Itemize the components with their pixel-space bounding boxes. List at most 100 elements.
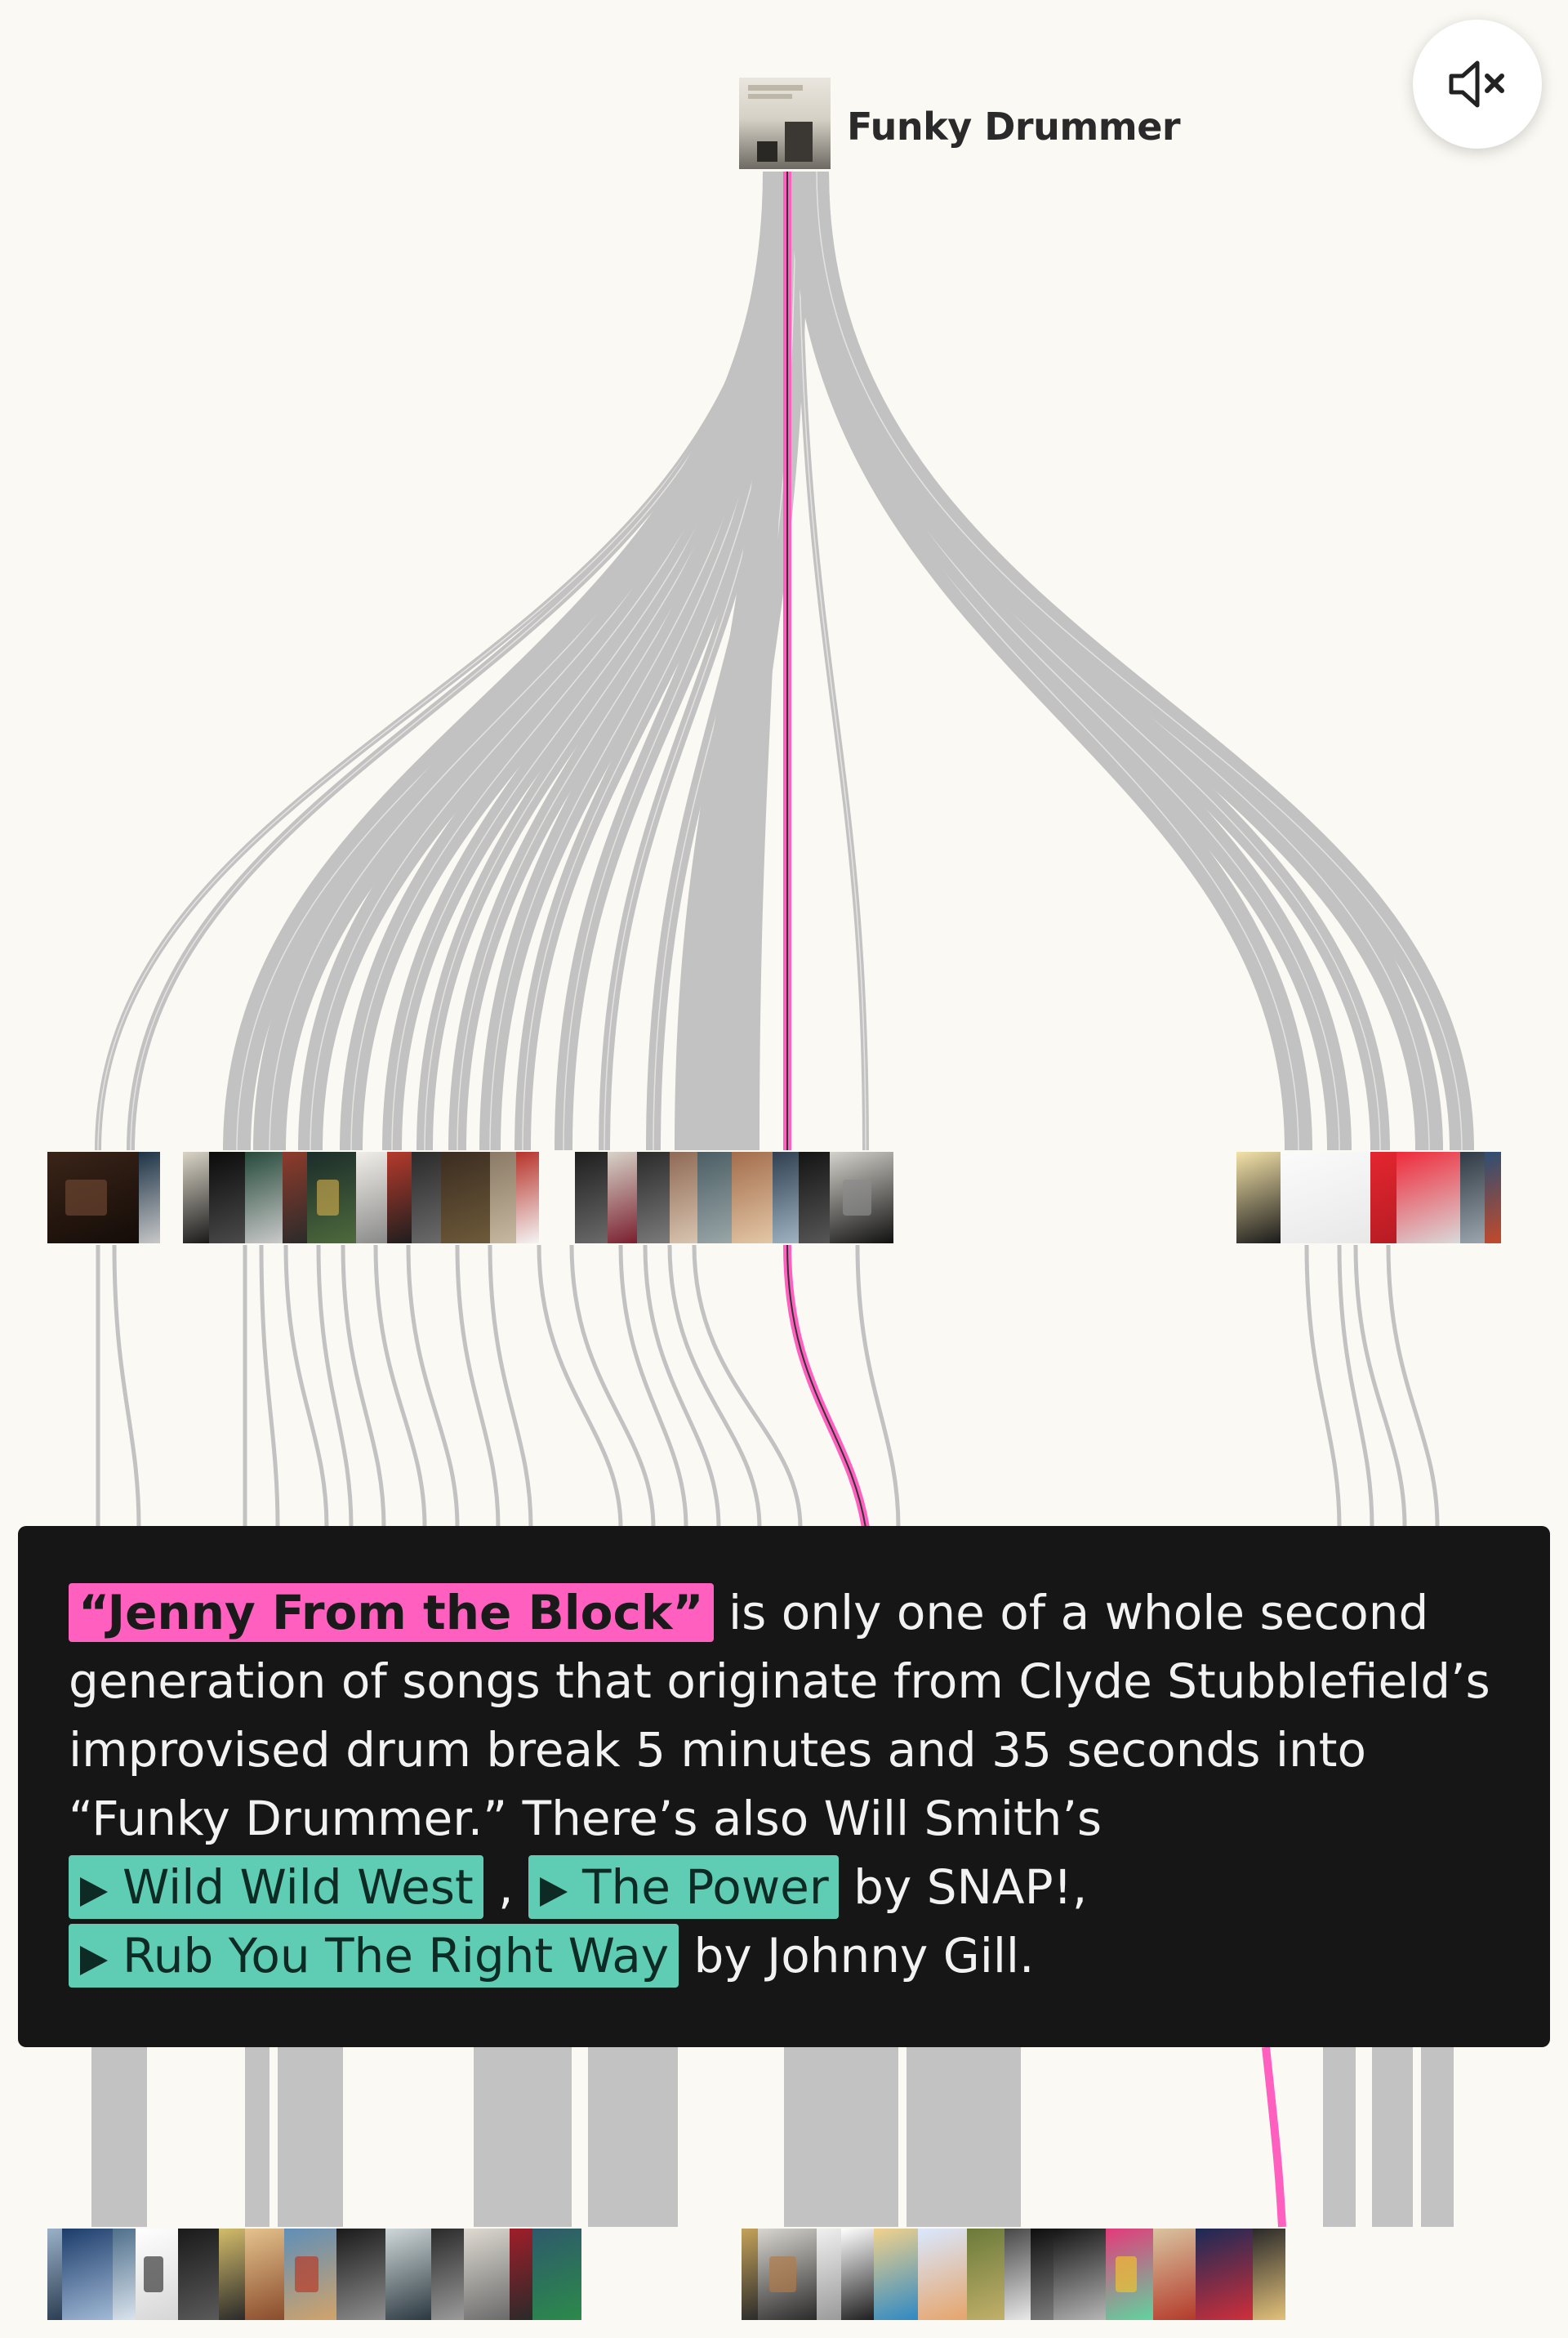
album-art-thumbnail[interactable] — [817, 2229, 841, 2320]
album-art-thumbnail[interactable] — [113, 2229, 136, 2320]
lower-flow-line — [569, 1244, 656, 1528]
lower-flow-line — [1386, 1244, 1440, 1528]
album-art-thumbnail[interactable] — [742, 2229, 758, 2320]
mute-button[interactable] — [1413, 20, 1542, 149]
album-art-thumbnail[interactable] — [245, 1152, 283, 1243]
lower-flow-line — [259, 1244, 280, 1528]
album-art-thumbnail[interactable] — [136, 2229, 178, 2320]
second-generation-album-row-left — [47, 1152, 160, 1243]
bottom-flow-band — [91, 2047, 147, 2227]
song-chip-label: Rub You The Right Way — [122, 1928, 670, 1983]
album-art-thumbnail[interactable] — [412, 1152, 441, 1243]
album-art-thumbnail[interactable] — [47, 2229, 62, 2320]
album-art-thumbnail[interactable] — [62, 2229, 113, 2320]
lower-flow-line — [855, 1244, 901, 1528]
album-art-thumbnail[interactable] — [532, 2229, 581, 2320]
bottom-flow-band — [474, 2047, 572, 2227]
album-art-thumbnail[interactable] — [874, 2229, 918, 2320]
album-art-thumbnail[interactable] — [209, 1152, 245, 1243]
album-art-thumbnail[interactable] — [283, 1152, 307, 1243]
story-caption-panel: “Jenny From the Block” is only one of a … — [18, 1526, 1550, 2047]
root-track-album-art[interactable] — [739, 78, 831, 169]
second-generation-album-row-left-center — [183, 1152, 539, 1243]
album-art-thumbnail[interactable] — [830, 1152, 893, 1243]
highlight-flow-lower — [783, 1244, 870, 1528]
album-art-thumbnail[interactable] — [385, 2229, 431, 2320]
album-art-thumbnail[interactable] — [637, 1152, 670, 1243]
album-art-thumbnail[interactable] — [178, 2229, 219, 2320]
album-art-thumbnail[interactable] — [1460, 1152, 1485, 1243]
bottom-flow-band — [1421, 2047, 1454, 2227]
album-art-thumbnail[interactable] — [183, 1152, 209, 1243]
caption-text-2: by SNAP!, — [838, 1859, 1088, 1915]
album-art-thumbnail[interactable] — [1054, 2229, 1106, 2320]
album-art-thumbnail[interactable] — [510, 2229, 532, 2320]
album-art-thumbnail[interactable] — [967, 2229, 1004, 2320]
album-art-thumbnail[interactable] — [516, 1152, 539, 1243]
album-art-thumbnail[interactable] — [773, 1152, 799, 1243]
root-track-title: Funky Drummer — [847, 105, 1181, 149]
album-art-thumbnail[interactable] — [1485, 1152, 1501, 1243]
third-generation-album-row-right — [742, 2229, 1285, 2320]
play-icon — [80, 1877, 108, 1907]
play-icon — [540, 1877, 568, 1907]
song-chip-label: The Power — [582, 1859, 829, 1915]
album-art-thumbnail[interactable] — [608, 1152, 637, 1243]
album-art-thumbnail[interactable] — [697, 1152, 732, 1243]
album-art-thumbnail[interactable] — [670, 1152, 697, 1243]
album-art-thumbnail[interactable] — [307, 1152, 356, 1243]
speaker-muted-icon — [1449, 60, 1504, 108]
lower-flow-line — [1353, 1244, 1407, 1528]
upper-flow-band — [801, 171, 1443, 1151]
bottom-flow-band — [1372, 2047, 1413, 2227]
album-art-thumbnail[interactable] — [575, 1152, 608, 1243]
album-art-thumbnail[interactable] — [336, 2229, 385, 2320]
story-caption-text: “Jenny From the Block” is only one of a … — [69, 1578, 1506, 1990]
album-art-thumbnail[interactable] — [1253, 2229, 1285, 2320]
album-art-thumbnail[interactable] — [284, 2229, 336, 2320]
album-art-thumbnail[interactable] — [841, 2229, 874, 2320]
album-art-thumbnail[interactable] — [1153, 2229, 1196, 2320]
album-art-thumbnail[interactable] — [219, 2229, 245, 2320]
album-art-thumbnail[interactable] — [245, 2229, 284, 2320]
album-art-thumbnail[interactable] — [1370, 1152, 1396, 1243]
album-art-thumbnail[interactable] — [1396, 1152, 1460, 1243]
album-art-thumbnail[interactable] — [1004, 2229, 1031, 2320]
album-art-thumbnail[interactable] — [1106, 2229, 1153, 2320]
bottom-flow-band — [906, 2047, 1021, 2227]
album-art-thumbnail[interactable] — [1236, 1152, 1281, 1243]
album-art-thumbnail[interactable] — [356, 1152, 387, 1243]
play-song-rub-you-the-right-way[interactable]: Rub You The Right Way — [69, 1924, 679, 1988]
play-icon — [80, 1946, 108, 1975]
album-art-thumbnail[interactable] — [732, 1152, 773, 1243]
highlighted-song-title[interactable]: “Jenny From the Block” — [69, 1583, 714, 1642]
second-generation-album-row-right — [1236, 1152, 1501, 1243]
lower-flow-line — [112, 1244, 141, 1528]
album-art-thumbnail[interactable] — [441, 1152, 490, 1243]
album-art-thumbnail[interactable] — [490, 1152, 516, 1243]
lower-flow-line — [537, 1244, 623, 1528]
play-song-wild-wild-west[interactable]: Wild Wild West — [69, 1855, 483, 1919]
upper-flow-band — [804, 171, 1474, 1151]
lower-flow-line — [1304, 1244, 1342, 1528]
highlight-flow-bottom — [1262, 2046, 1286, 2228]
album-art-thumbnail[interactable] — [1281, 1152, 1370, 1243]
lower-flow-line — [406, 1244, 460, 1528]
album-art-thumbnail[interactable] — [431, 2229, 464, 2320]
album-art-thumbnail[interactable] — [387, 1152, 412, 1243]
album-art-thumbnail[interactable] — [799, 1152, 830, 1243]
upper-flow-separator — [816, 171, 1463, 1151]
album-art-thumbnail[interactable] — [139, 1152, 160, 1243]
album-art-thumbnail[interactable] — [918, 2229, 967, 2320]
play-song-the-power[interactable]: The Power — [528, 1855, 839, 1919]
album-art-thumbnail[interactable] — [47, 1152, 139, 1243]
bottom-flow-band — [588, 2047, 678, 2227]
album-art-thumbnail[interactable] — [758, 2229, 817, 2320]
album-art-thumbnail[interactable] — [1196, 2229, 1253, 2320]
upper-flow-separator — [814, 171, 1430, 1151]
album-art-thumbnail[interactable] — [1031, 2229, 1054, 2320]
album-art-thumbnail[interactable] — [464, 2229, 510, 2320]
second-generation-album-row-center — [575, 1152, 893, 1243]
bottom-flow-band — [245, 2047, 270, 2227]
third-generation-album-row-left — [47, 2229, 581, 2320]
